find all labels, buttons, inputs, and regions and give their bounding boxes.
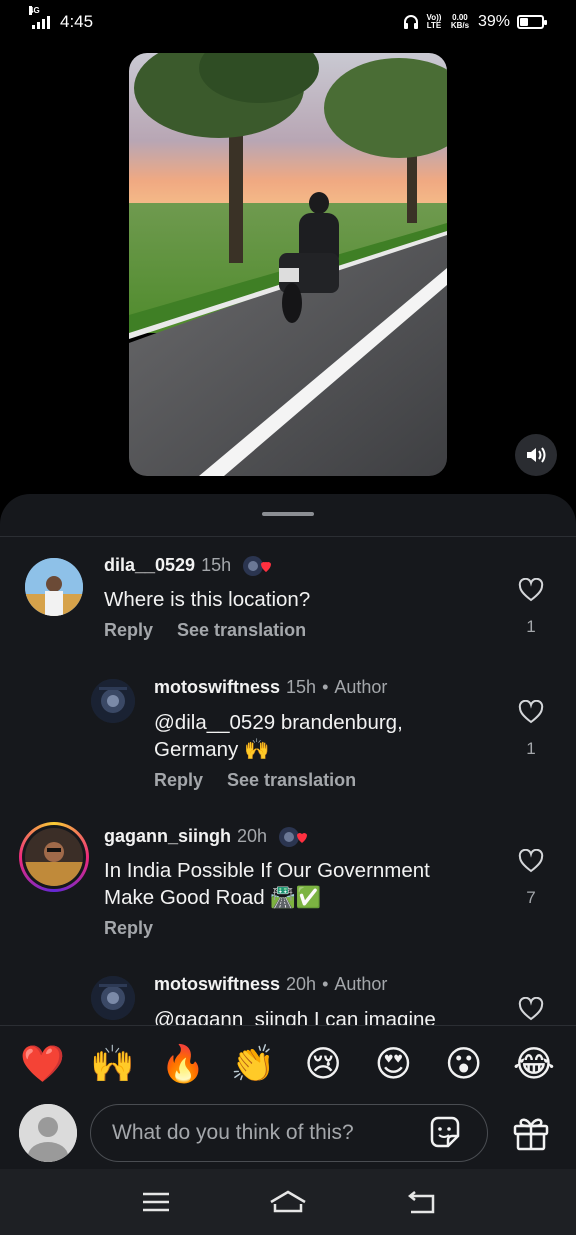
gift-icon: [513, 1118, 549, 1151]
reply-button[interactable]: Reply: [154, 770, 203, 790]
home-button[interactable]: [263, 1182, 313, 1222]
timestamp: 20h: [286, 974, 317, 994]
like-button[interactable]: 1: [516, 577, 546, 637]
heart-icon: [518, 577, 544, 602]
clock: 4:45: [60, 12, 94, 31]
drag-handle[interactable]: [262, 512, 314, 516]
comment-text: Where is this location?: [104, 588, 311, 611]
avatar[interactable]: [91, 679, 135, 723]
see-translation-button[interactable]: See translation: [227, 770, 356, 790]
reply-button[interactable]: Reply: [104, 620, 153, 640]
divider: [0, 536, 576, 537]
avatar-image: [25, 828, 83, 886]
separator-dot: •: [322, 677, 329, 697]
sound-toggle-button[interactable]: [515, 434, 557, 476]
comment-header: motoswiftness 20h • Author: [154, 974, 387, 995]
timestamp: 15h: [201, 555, 232, 575]
reaction-laugh[interactable]: 😂: [512, 1042, 556, 1086]
like-count: 1: [526, 739, 536, 758]
like-button[interactable]: 7: [516, 848, 546, 908]
comment-actions: Reply: [104, 918, 177, 939]
gift-button[interactable]: [511, 1113, 551, 1153]
video-frame: [129, 53, 447, 476]
reaction-heart-eyes[interactable]: 😍: [371, 1042, 415, 1086]
network-speed: 0.00 KB/s: [450, 13, 470, 30]
status-bar: 4G 4:45 Vo)) LTE 0.00 KB/s 39%: [0, 0, 576, 44]
comment-actions: Reply See translation: [154, 770, 380, 791]
separator-dot: •: [322, 974, 329, 994]
home-icon: [270, 1190, 306, 1213]
author-liked-badge: [278, 826, 308, 848]
comment-input[interactable]: [112, 1105, 412, 1160]
status-right: Vo)) LTE 0.00 KB/s 39%: [403, 13, 547, 31]
timestamp: 20h: [237, 826, 268, 846]
signal-icon: 4G: [29, 6, 50, 29]
reaction-fire[interactable]: 🔥: [161, 1042, 206, 1086]
comment-text-line-1: In India Possible If Our Government: [104, 859, 430, 882]
heart-icon: [518, 848, 544, 873]
video-preview[interactable]: [129, 53, 447, 476]
heart-icon: [518, 699, 544, 724]
my-avatar: [19, 1104, 77, 1162]
like-button[interactable]: 1: [516, 699, 546, 759]
like-count: 1: [526, 617, 536, 636]
comment-text-line-1: @dila__0529 brandenburg,: [154, 711, 403, 734]
username[interactable]: dila__0529: [104, 555, 195, 575]
comment-header: gagann_siingh 20h: [104, 826, 308, 848]
quick-reactions-bar: ❤️ 🙌 🔥 👏 😢 😍 😮 😂: [0, 1025, 576, 1101]
recents-button[interactable]: [131, 1182, 181, 1222]
headphones-icon: [403, 15, 418, 29]
heart-icon: [518, 996, 544, 1021]
author-liked-badge: [242, 555, 272, 577]
status-left: 4G 4:45: [29, 6, 94, 32]
reaction-wow[interactable]: 😮: [442, 1042, 486, 1086]
network-type: 4G: [29, 6, 40, 15]
battery-icon: [517, 15, 547, 29]
username[interactable]: gagann_siingh: [104, 826, 231, 846]
reaction-raised-hands[interactable]: 🙌: [90, 1042, 135, 1086]
comment-text-line-2: Make Good Road 🛣️✅: [104, 886, 322, 909]
reaction-crying[interactable]: 😢: [301, 1042, 345, 1086]
avatar-story-ring[interactable]: [19, 822, 89, 892]
speaker-icon: [527, 447, 546, 463]
reaction-clap[interactable]: 👏: [231, 1042, 276, 1086]
menu-icon: [143, 1192, 169, 1212]
avatar[interactable]: [91, 976, 135, 1020]
back-button[interactable]: [395, 1182, 445, 1222]
sticker-icon: [430, 1116, 460, 1148]
comment-text-line-2: Germany 🙌: [154, 738, 270, 761]
username[interactable]: motoswiftness: [154, 677, 280, 697]
like-count: 7: [526, 888, 536, 907]
system-navigation-bar: [0, 1169, 576, 1235]
comment-composer: [0, 1101, 576, 1169]
author-avatar-heart-icon: [279, 827, 308, 848]
like-button[interactable]: [516, 996, 546, 1026]
battery-percent: 39%: [477, 13, 510, 30]
back-icon: [407, 1191, 435, 1214]
author-label: Author: [334, 677, 388, 697]
reaction-heart[interactable]: ❤️: [20, 1042, 65, 1086]
reply-button[interactable]: Reply: [104, 918, 153, 938]
author-avatar-heart-icon: [243, 556, 272, 577]
reply-item: motoswiftness 20h • Author @gagann_siingh I…: [0, 494, 576, 1031]
comment-header: motoswiftness 15h • Author: [154, 677, 387, 698]
timestamp: 15h: [286, 677, 317, 697]
see-translation-button[interactable]: See translation: [177, 620, 306, 640]
sticker-button[interactable]: [426, 1114, 464, 1152]
author-label: Author: [334, 974, 388, 994]
username[interactable]: motoswiftness: [154, 974, 280, 994]
default-avatar-icon: [19, 1104, 77, 1162]
comment-actions: Reply See translation: [104, 620, 330, 641]
comment-header: dila__0529 15h: [104, 555, 272, 577]
volte-indicator: Vo)) LTE: [426, 13, 442, 30]
avatar[interactable]: [25, 558, 83, 616]
comment-input-container: [90, 1104, 488, 1162]
